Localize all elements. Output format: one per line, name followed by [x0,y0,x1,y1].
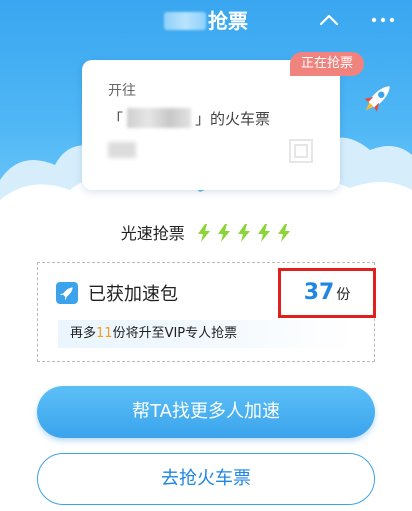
vip-remaining-count: 11 [96,326,113,341]
page-title: 抢票 [0,6,412,36]
ticket-card[interactable]: 开往 「」的火车票 [82,60,340,190]
speed-bolts [196,222,291,246]
qr-code-icon [289,139,313,163]
lightning-icon [238,224,251,242]
lightning-icon [217,224,230,242]
rocket-icon [364,86,390,112]
boost-count: 37 [303,280,335,305]
speed-label: 光速抢票 [120,224,185,243]
share-icon[interactable] [318,9,340,31]
lightning-icon [258,224,271,242]
lightning-icon [197,224,210,242]
status-badge: 正在抢票 [290,52,364,76]
ticket-destination-label: 开往 [108,83,136,99]
ticket-train-info: 「」的火车票 [108,108,271,128]
hero-banner: 抢票 开往 「」的火车票 正在抢票 [0,0,412,205]
redacted-date [108,142,136,158]
boost-count-box: 37 份 [278,268,376,318]
vip-upgrade-hint: 再多11份将升至VIP专人抢票 [58,320,356,348]
rocket-badge-icon [56,282,78,304]
redacted-station [127,108,192,128]
invite-boost-button[interactable]: 帮TA找更多人加速 [37,386,375,438]
lightning-icon [278,224,291,242]
more-icon[interactable] [368,9,398,31]
boost-count-unit: 份 [336,287,351,303]
title-redacted [164,12,206,30]
boost-pack-panel: 已获加速包 37 份 再多11份将升至VIP专人抢票 [37,262,376,362]
speed-indicator: 光速抢票 [0,222,412,246]
grab-ticket-button[interactable]: 去抢火车票 [37,453,375,505]
app-header: 抢票 [0,0,412,44]
boost-pack-label: 已获加速包 [88,284,178,305]
